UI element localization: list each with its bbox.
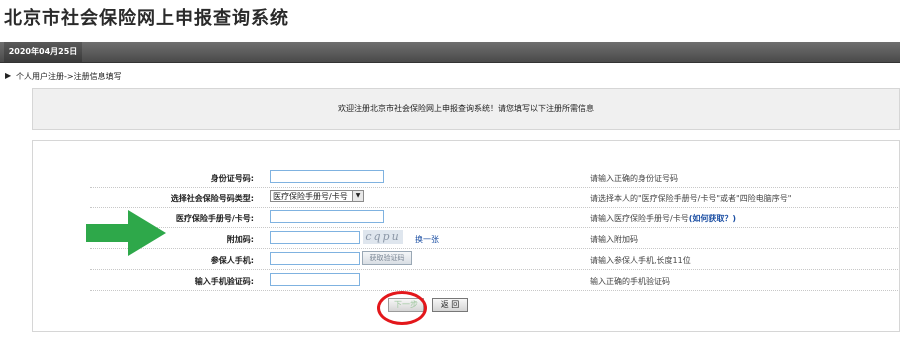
chevron-down-icon[interactable]: ▼ xyxy=(352,191,363,201)
id-number-input[interactable] xyxy=(270,170,384,183)
breadcrumb: 个人用户注册->注册信息填写 xyxy=(16,72,122,81)
how-to-get-link[interactable]: (如何获取？) xyxy=(689,214,736,223)
captcha-image: cqpu xyxy=(363,230,403,244)
sms-code-input[interactable] xyxy=(270,273,360,286)
insurance-type-select[interactable]: 医疗保险手册号/卡号 ▼ xyxy=(270,190,364,202)
captcha-refresh-link[interactable]: 换一张 xyxy=(415,234,439,245)
captcha-label: 附加码: xyxy=(226,235,254,244)
card-hint-text: 请输入医疗保险手册号/卡号 xyxy=(590,214,689,223)
form-row-card: 医疗保险手册号/卡号: 请输入医疗保险手册号/卡号(如何获取？) xyxy=(90,208,898,228)
form-row-id: 身份证号码: 请输入正确的身份证号码 xyxy=(90,168,898,188)
form-row-sms: 输入手机验证码: 输入正确的手机验证码 xyxy=(90,271,898,291)
back-button[interactable]: 返 回 xyxy=(432,298,468,312)
sms-hint: 输入正确的手机验证码 xyxy=(590,277,670,286)
phone-hint: 请输入参保人手机,长度11位 xyxy=(590,256,691,265)
highlight-circle xyxy=(377,291,427,325)
green-arrow-icon xyxy=(86,210,166,256)
sms-label: 输入手机验证码: xyxy=(194,277,254,286)
captcha-input[interactable] xyxy=(270,231,360,244)
id-hint: 请输入正确的身份证号码 xyxy=(590,174,678,183)
phone-label: 参保人手机: xyxy=(210,256,254,265)
id-label: 身份证号码: xyxy=(210,174,254,183)
type-label: 选择社会保险号码类型: xyxy=(170,194,254,203)
form-row-captcha: 附加码: cqpu 换一张 请输入附加码 xyxy=(90,229,898,249)
form-row-phone: 参保人手机: 获取验证码 请输入参保人手机,长度11位 xyxy=(90,250,898,270)
captcha-hint: 请输入附加码 xyxy=(590,235,638,244)
site-title: 北京市社会保险网上申报查询系统 xyxy=(4,8,289,29)
medical-card-input[interactable] xyxy=(270,210,384,223)
phone-input[interactable] xyxy=(270,252,360,265)
welcome-box: 欢迎注册北京市社会保险网上申报查询系统！请您填写以下注册所需信息 xyxy=(32,88,900,130)
date-tab: 2020年04月25日 xyxy=(4,42,82,62)
card-hint: 请输入医疗保险手册号/卡号(如何获取？) xyxy=(590,213,736,224)
breadcrumb-arrow-icon: ▶ xyxy=(5,71,12,80)
form-row-type: 选择社会保险号码类型: 医疗保险手册号/卡号 ▼ 请选择本人的"医疗保险手册号/… xyxy=(90,188,898,208)
type-hint: 请选择本人的"医疗保险手册号/卡号"或者"四险电脑序号" xyxy=(590,194,792,203)
welcome-text: 欢迎注册北京市社会保险网上申报查询系统！请您填写以下注册所需信息 xyxy=(338,104,594,113)
insurance-type-value: 医疗保险手册号/卡号 xyxy=(273,192,348,201)
card-label: 医疗保险手册号/卡号: xyxy=(175,214,254,223)
get-code-button[interactable]: 获取验证码 xyxy=(362,251,412,265)
top-bar: 2020年04月25日 xyxy=(0,42,900,63)
